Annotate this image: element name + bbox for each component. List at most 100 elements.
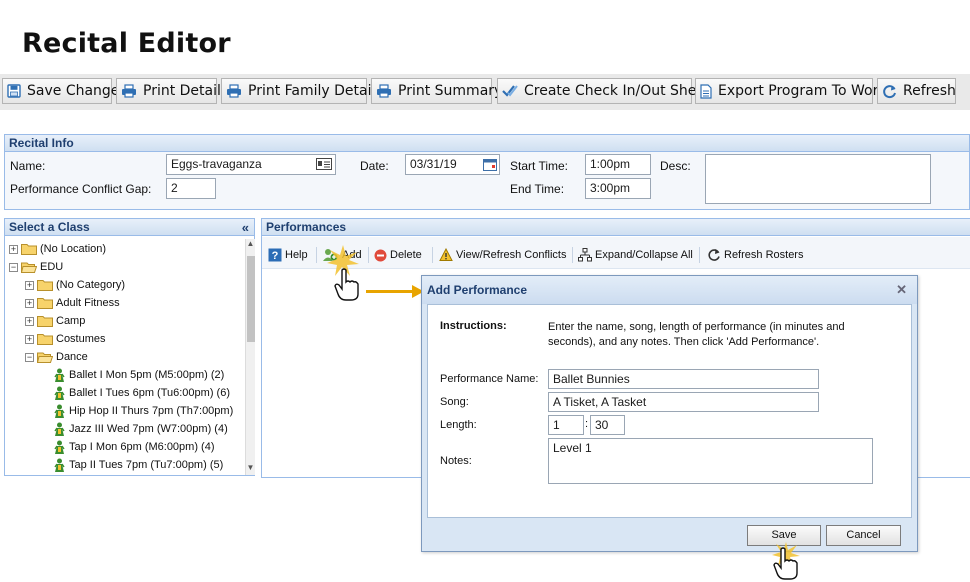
recital-info-title: Recital Info [5, 135, 969, 152]
length-minutes-field[interactable]: 1 [548, 415, 584, 435]
performance-name-label: Performance Name: [440, 373, 539, 385]
end-time-field[interactable]: 3:00pm [585, 178, 651, 199]
folder-open-icon [37, 351, 53, 363]
tree-item-label: Camp [56, 315, 86, 327]
folder-tree-item[interactable]: + (No Category) [25, 276, 125, 294]
notes-field[interactable]: Level 1 [548, 438, 873, 484]
tree-item-label: Ballet I Tues 6pm (Tu6:00pm) (6) [69, 387, 230, 399]
print-summary-button[interactable]: Print Summary [371, 78, 502, 104]
tree-item-label: (No Location) [40, 243, 107, 255]
select-class-header: Select a Class « [5, 219, 254, 236]
expand-icon[interactable]: + [25, 280, 34, 290]
select-class-panel: Select a Class « + (No Location) − EDU + (No … [4, 218, 255, 476]
desc-label: Desc: [660, 159, 691, 173]
class-tree-item[interactable]: Tap II Tues 7pm (Tu7:00pm) (5) [53, 456, 223, 474]
collapse-icon[interactable]: − [25, 352, 34, 362]
print-detail-button[interactable]: Print Detail [116, 78, 221, 104]
class-tree-item[interactable]: Jazz III Wed 7pm (W7:00pm) (4) [53, 420, 228, 438]
hierarchy-icon [578, 248, 592, 262]
performance-name-field[interactable]: Ballet Bunnies [548, 369, 819, 389]
export-program-to-word-button[interactable]: Export Program To Word [695, 78, 887, 104]
tree-item-label: Jazz III Wed 7pm (W7:00pm) (4) [69, 423, 228, 435]
expand-icon[interactable]: + [25, 334, 34, 344]
export-program-to-word-label: Export Program To Word [718, 83, 887, 99]
dialog-title-bar: Add Performance ✕ [422, 276, 917, 304]
toolbar-separator [432, 247, 433, 263]
cancel-button[interactable]: Cancel [826, 525, 901, 546]
class-tree-item[interactable]: Tap I Mon 6pm (M6:00pm) (4) [53, 438, 215, 456]
performance-conflict-gap-field[interactable]: 2 [166, 178, 216, 199]
page-title: Recital Editor [22, 28, 231, 59]
folder-tree-item[interactable]: − Dance [25, 348, 88, 366]
folder-icon [21, 243, 37, 255]
folder-tree-item[interactable]: + Camp [25, 312, 85, 330]
class-person-icon [53, 422, 66, 437]
help-button[interactable]: ? Help [268, 246, 308, 264]
instructions-label: Instructions: [440, 320, 507, 332]
document-icon [700, 83, 712, 99]
collapse-icon[interactable]: − [9, 262, 18, 272]
calendar-icon[interactable] [483, 158, 497, 171]
folder-tree-item[interactable]: − EDU [9, 258, 63, 276]
folder-tree-item[interactable]: + (No Location) [9, 240, 106, 258]
class-person-icon [53, 368, 66, 383]
folder-tree-item[interactable]: + Costumes [25, 330, 106, 348]
expand-icon[interactable]: + [9, 244, 18, 254]
toolbar-separator [368, 247, 369, 263]
tree-item-label: Dance [56, 351, 88, 363]
date-label: Date: [360, 159, 389, 173]
folder-open-icon [21, 261, 37, 273]
performance-conflict-gap-label: Performance Conflict Gap: [10, 182, 152, 196]
tree-scrollbar[interactable]: ▲ ▼ [245, 239, 255, 475]
printer-icon [377, 84, 391, 98]
song-label: Song: [440, 396, 469, 408]
close-icon[interactable]: ✕ [896, 282, 907, 298]
refresh-button[interactable]: Refresh [877, 78, 956, 104]
save-changes-button[interactable]: Save Changes [2, 78, 127, 104]
recital-info-panel: Recital Info Name: Eggs-travaganza Date:… [4, 134, 970, 210]
pointing-hand-cursor-icon [773, 547, 798, 580]
delete-label: Delete [390, 249, 422, 261]
scroll-down-icon[interactable]: ▼ [246, 463, 255, 475]
desc-field[interactable] [705, 154, 931, 204]
class-tree-item[interactable]: Ballet I Tues 6pm (Tu6:00pm) (6) [53, 384, 230, 402]
refresh-icon [883, 84, 896, 98]
tree-item-label: Tap II Tues 7pm (Tu7:00pm) (5) [69, 459, 224, 471]
folder-icon [37, 297, 53, 309]
scroll-up-icon[interactable]: ▲ [246, 239, 255, 251]
start-time-field[interactable]: 1:00pm [585, 154, 651, 175]
end-time-label: End Time: [510, 182, 565, 196]
expand-icon[interactable]: + [25, 298, 34, 308]
expand-collapse-all-button[interactable]: Expand/Collapse All [578, 246, 693, 264]
print-family-detail-button[interactable]: Print Family Detail [221, 78, 375, 104]
view-refresh-conflicts-button[interactable]: View/Refresh Conflicts [439, 246, 566, 264]
printer-icon [122, 84, 136, 98]
song-field[interactable]: A Tisket, A Tasket [548, 392, 819, 412]
add-performance-dialog: Add Performance ✕ Instructions: Enter th… [421, 275, 918, 552]
name-value: Eggs-travaganza [171, 157, 262, 171]
class-tree-item[interactable]: Ballet I Mon 5pm (M5:00pm) (2) [53, 366, 224, 384]
scrollbar-thumb[interactable] [247, 256, 255, 342]
folder-icon [37, 333, 53, 345]
delete-icon [374, 249, 387, 261]
svg-text:?: ? [272, 250, 279, 262]
collapse-panel-icon[interactable]: « [242, 219, 249, 236]
tree-item-label: (No Category) [56, 279, 126, 291]
pointing-hand-cursor-icon [334, 268, 359, 301]
refresh-rosters-button[interactable]: Refresh Rosters [707, 246, 803, 264]
length-seconds-field[interactable]: 30 [590, 415, 625, 435]
refresh-label: Refresh [903, 83, 956, 99]
id-card-icon[interactable] [316, 158, 332, 170]
start-time-label: Start Time: [510, 159, 569, 173]
create-check-in-out-sheet-button[interactable]: Create Check In/Out Sheet [497, 78, 711, 104]
delete-button[interactable]: Delete [374, 246, 422, 264]
create-check-in-out-sheet-label: Create Check In/Out Sheet [524, 83, 711, 99]
name-field[interactable]: Eggs-travaganza [166, 154, 336, 175]
help-label: Help [285, 249, 308, 261]
date-value: 03/31/19 [410, 157, 457, 171]
class-tree-item[interactable]: Hip Hop II Thurs 7pm (Th7:00pm) [53, 402, 233, 420]
date-field[interactable]: 03/31/19 [405, 154, 500, 175]
expand-icon[interactable]: + [25, 316, 34, 326]
length-label: Length: [440, 419, 477, 431]
folder-tree-item[interactable]: + Adult Fitness [25, 294, 120, 312]
